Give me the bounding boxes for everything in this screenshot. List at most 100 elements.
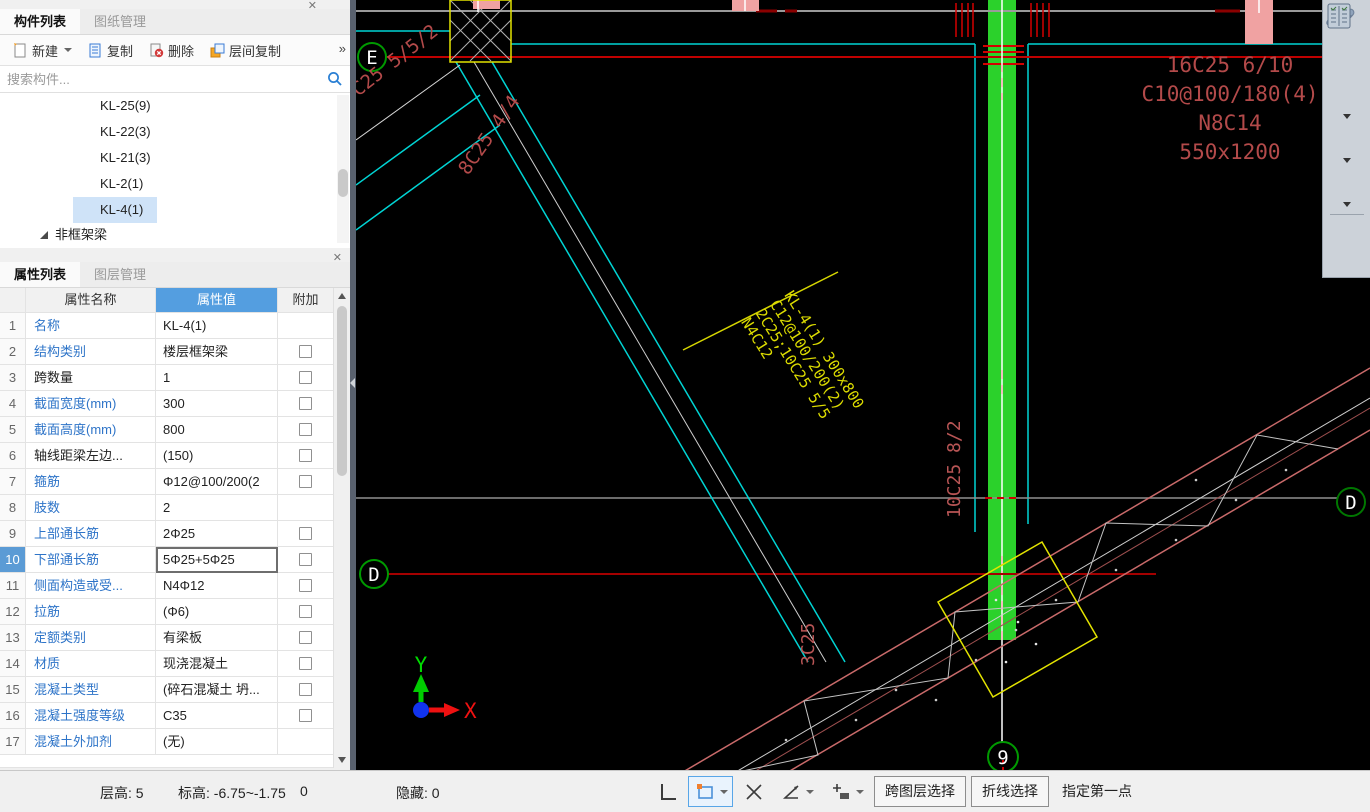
extra-checkbox[interactable] [299,553,312,566]
cross-layer-select-button[interactable]: 跨图层选择 [874,776,966,807]
grid-bubble-d-right[interactable]: D [1336,487,1366,517]
list-item[interactable]: KL-4(1) [0,197,350,223]
extra-checkbox[interactable] [299,475,312,488]
list-item[interactable]: KL-25(9) [0,93,350,119]
extra-checkbox[interactable] [299,345,312,358]
svg-text:16C25 6/10: 16C25 6/10 [1167,53,1293,77]
rect-select-button[interactable] [688,776,733,807]
view-wireframe-icon[interactable] [1328,5,1366,113]
close-icon[interactable]: ✕ [333,251,342,264]
floor-height: 层高: 5 [100,785,144,801]
table-row[interactable]: 5 截面高度(mm) 800 [0,417,350,443]
new-button[interactable]: 新建 [5,38,79,63]
svg-text:D: D [368,564,379,586]
svg-text:D: D [1345,492,1356,514]
new-document-icon [14,43,26,58]
table-row[interactable]: 14 材质 现浇混凝土 [0,651,350,677]
table-row[interactable]: 3 跨数量 1 [0,365,350,391]
table-row[interactable]: 12 拉筋 (Φ6) [0,599,350,625]
table-row[interactable]: 6 轴线距梁左边... (150) [0,443,350,469]
table-row[interactable]: 4 截面宽度(mm) 300 [0,391,350,417]
component-list-scrollbar[interactable] [337,95,349,243]
layer-copy-button[interactable]: 层间复制 [202,38,288,63]
rotate-view-icon[interactable] [1328,7,1366,201]
polyline-select-button[interactable]: 折线选择 [971,776,1049,807]
selection-box[interactable] [936,540,1099,699]
extra-checkbox[interactable] [299,397,312,410]
chevron-down-icon[interactable] [855,789,864,794]
component-panel: ✕ 构件列表 图纸管理 新建 复制 删除 层间复制 » 搜索构件... KL-2… [0,0,350,248]
table-row[interactable]: 15 混凝土类型 (碎石混凝土 坍... [0,677,350,703]
scrollbar-thumb[interactable] [338,169,348,197]
list-item[interactable]: KL-21(3) [0,145,350,171]
label-10c25: 10C25 8/2 [944,420,965,518]
selected-column-box[interactable] [449,0,512,63]
table-row[interactable]: 9 上部通长筋 2Φ25 [0,521,350,547]
chevron-down-icon[interactable] [1342,158,1351,163]
tree-expand-icon[interactable] [40,231,48,239]
chevron-down-icon[interactable] [805,789,814,794]
chevron-down-icon[interactable] [1342,114,1351,119]
extra-checkbox[interactable] [299,657,312,670]
extra-checkbox[interactable] [299,579,312,592]
elevation: 标高: -6.75~-1.75 [178,785,286,801]
grid-bubble-d-left[interactable]: D [359,559,389,589]
view-3d-icon[interactable]: 3D [1328,5,1366,77]
view-list-icon[interactable] [1327,3,1366,256]
extra-checkbox[interactable] [299,423,312,436]
table-row[interactable]: 17 混凝土外加剂 (无) [0,729,350,755]
extra-checkbox[interactable] [299,605,312,618]
diagonal-beam-edge[interactable] [455,61,809,663]
command-prompt: 指定第一点 [1062,783,1132,799]
grid-bubble-9[interactable]: 9 [987,741,1019,770]
view-solid-icon[interactable] [1328,5,1366,157]
search-icon[interactable] [327,71,342,86]
table-row[interactable]: 7 箍筋 Φ12@100/200(2 [0,469,350,495]
table-row[interactable]: 16 混凝土强度等级 C35 [0,703,350,729]
tab-drawing-management[interactable]: 图纸管理 [80,9,160,34]
delete-button[interactable]: 删除 [141,38,201,63]
scrollbar-thumb[interactable] [337,306,347,476]
table-row[interactable]: 8 肢数 2 [0,495,350,521]
list-item[interactable]: KL-22(3) [0,119,350,145]
delete-icon [150,43,164,58]
list-item[interactable]: KL-2(1) [0,171,350,197]
extra-checkbox[interactable] [299,449,312,462]
extra-checkbox[interactable] [299,683,312,696]
scroll-up-icon[interactable] [338,293,346,299]
tab-component-list[interactable]: 构件列表 [0,9,81,34]
label-8c25: 8C25 4/4 [454,91,525,179]
extra-checkbox[interactable] [299,631,312,644]
close-icon[interactable]: ✕ [308,0,317,12]
table-row[interactable]: 1 名称 KL-4(1) [0,313,350,339]
toolbar-overflow-button[interactable]: » [339,41,346,56]
component-panel-tabs: 构件列表 图纸管理 [0,9,350,35]
tab-property-list[interactable]: 属性列表 [0,262,81,287]
ortho-mode-button[interactable] [652,776,683,807]
tab-layer-management[interactable]: 图层管理 [80,262,160,287]
chevron-down-icon[interactable] [719,789,728,794]
extra-checkbox[interactable] [299,527,312,540]
extra-checkbox[interactable] [299,709,312,722]
coordinate-input-button[interactable] [824,776,869,807]
ortho-icon [660,783,676,800]
svg-text:N8C14: N8C14 [1198,111,1261,135]
rect-select-icon [696,783,713,799]
layer-copy-icon [210,43,225,58]
scroll-down-icon[interactable] [338,757,346,763]
copy-button[interactable]: 复制 [80,38,140,63]
tree-group-nonframe-beam[interactable]: 非框架梁 [0,223,350,247]
snap-cross-button[interactable] [738,776,769,807]
cad-canvas[interactable]: E D D 9 Y X 16C25 6/10 C10@100/180(4) N8… [356,0,1370,770]
table-row[interactable]: 11 侧面构造或受... N4Φ12 [0,573,350,599]
property-table-header: 属性名称 属性值 附加 [0,288,350,313]
table-row[interactable]: 2 结构类别 楼层框架梁 [0,339,350,365]
property-scrollbar[interactable] [333,288,350,768]
table-row[interactable]: 10 下部通长筋 5Φ25+5Φ25 [0,547,350,573]
collapse-arrow-icon[interactable] [350,378,355,388]
angle-tool-button[interactable] [774,776,819,807]
chevron-down-icon[interactable] [1342,202,1351,207]
table-row[interactable]: 13 定额类别 有梁板 [0,625,350,651]
search-input[interactable] [0,66,350,92]
extra-checkbox[interactable] [299,371,312,384]
